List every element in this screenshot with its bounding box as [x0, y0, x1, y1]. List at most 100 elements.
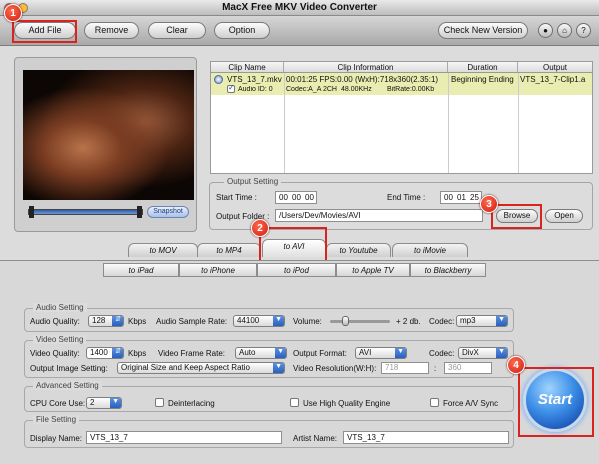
clip-info: 00:01:25 FPS:0.00 (WxH):718x360(2.35:1) — [286, 75, 439, 84]
window-title-bar: MacX Free MKV Video Converter — [0, 0, 599, 16]
audio-codec-label: Codec: — [429, 317, 455, 326]
playback-slider-handle-right[interactable] — [137, 206, 142, 218]
audio-quality-unit: Kbps — [128, 317, 147, 326]
column-duration[interactable]: Duration — [448, 62, 518, 73]
check-new-version-button[interactable]: Check New Version — [438, 22, 528, 39]
resolution-height-input[interactable]: 360 — [444, 362, 492, 374]
end-time-label: End Time : — [387, 193, 426, 202]
output-folder-input[interactable]: /Users/Dev/Movies/AVI — [275, 209, 483, 222]
display-name-input[interactable]: VTS_13_7 — [86, 431, 282, 444]
video-frame-rate-value: Auto — [239, 348, 256, 357]
volume-slider-handle[interactable] — [342, 316, 349, 326]
video-quality-input[interactable]: 1400 ⇵ — [86, 347, 124, 359]
playback-slider[interactable] — [28, 209, 143, 215]
audio-sample-rate-label: Audio Sample Rate: — [156, 317, 228, 326]
tab-to-ipad[interactable]: to iPad — [103, 263, 179, 277]
home-icon[interactable]: ⌂ — [557, 23, 572, 38]
resolution-width-input[interactable]: 718 — [381, 362, 429, 374]
audio-quality-value: 128 — [92, 316, 106, 325]
tab-to-ipod[interactable]: to iPod — [257, 263, 336, 277]
file-setting-legend: File Setting — [33, 415, 80, 424]
audio-setting-legend: Audio Setting — [33, 303, 87, 312]
artist-name-input[interactable]: VTS_13_7 — [343, 431, 509, 444]
table-row[interactable]: VTS_13_7.mkv 00:01:25 FPS:0.00 (WxH):718… — [211, 73, 592, 95]
column-clip-information[interactable]: Clip Information — [284, 62, 448, 73]
end-minutes[interactable]: 01 — [457, 192, 466, 204]
column-clip-name[interactable]: Clip Name — [211, 62, 284, 73]
option-button[interactable]: Option — [214, 22, 270, 39]
step-badge-3: 3 — [480, 195, 498, 213]
start-hours[interactable]: 00 — [279, 192, 288, 204]
tab-to-imovie[interactable]: to iMovie — [392, 243, 468, 257]
deinterlacing-label: Deinterlacing — [168, 399, 215, 408]
start-minutes[interactable]: 00 — [292, 192, 301, 204]
tab-to-blackberry[interactable]: to Blackberry — [410, 263, 486, 277]
video-codec-value: DivX — [462, 348, 479, 357]
force-av-sync-checkbox[interactable] — [430, 398, 439, 407]
audio-quality-select[interactable]: 128 ⇵ — [88, 315, 124, 327]
video-frame-rate-select[interactable]: Auto ▼ — [235, 347, 287, 359]
video-frame-rate-label: Video Frame Rate: — [158, 349, 225, 358]
start-time-field[interactable]: 00 00 00 — [275, 191, 317, 204]
tab-to-iphone[interactable]: to iPhone — [179, 263, 257, 277]
video-setting-legend: Video Setting — [33, 335, 87, 344]
start-time-label: Start Time : — [216, 193, 257, 202]
snapshot-button[interactable]: Snapshot — [147, 206, 189, 218]
tab-to-mov[interactable]: to MOV — [128, 243, 198, 257]
chevron-down-icon: ▼ — [275, 316, 282, 323]
video-preview — [23, 70, 194, 200]
end-seconds[interactable]: 25 — [470, 192, 479, 204]
video-quality-label: Video Quality: — [30, 349, 80, 358]
deinterlacing-checkbox[interactable] — [155, 398, 164, 407]
clear-button[interactable]: Clear — [148, 22, 206, 39]
audio-codec-select[interactable]: mp3 ▼ — [456, 315, 508, 327]
cpu-core-select[interactable]: 2 ▼ — [86, 397, 122, 409]
highlight-browse — [491, 204, 542, 229]
output-image-setting-select[interactable]: Original Size and Keep Aspect Ratio ▼ — [117, 362, 285, 374]
output-setting-legend: Output Setting — [224, 177, 282, 186]
chevron-down-icon: ▼ — [277, 348, 284, 355]
audio-quality-label: Audio Quality: — [30, 317, 80, 326]
cpu-core-value: 2 — [90, 398, 95, 407]
step-badge-4: 4 — [507, 356, 525, 374]
help-icon[interactable]: ? — [576, 23, 591, 38]
resolution-separator: : — [434, 364, 437, 373]
playback-slider-handle-left[interactable] — [29, 206, 34, 218]
open-button[interactable]: Open — [545, 209, 583, 223]
end-time-field[interactable]: 00 01 25 — [440, 191, 482, 204]
cpu-core-label: CPU Core Use: — [30, 399, 86, 408]
chevron-down-icon: ▼ — [275, 363, 282, 370]
force-av-sync-label: Force A/V Sync — [443, 399, 499, 408]
high-quality-engine-label: Use High Quality Engine — [303, 399, 391, 408]
remove-button[interactable]: Remove — [84, 22, 139, 39]
column-output[interactable]: Output — [518, 62, 592, 73]
start-seconds[interactable]: 00 — [305, 192, 314, 204]
audio-id: Audio ID: 0 — [238, 86, 273, 93]
audio-sample-rate-select[interactable]: 44100 ▼ — [233, 315, 285, 327]
clip-duration: Beginning Ending — [451, 75, 514, 84]
chevron-down-icon: ▼ — [397, 348, 404, 355]
volume-slider[interactable] — [330, 320, 390, 323]
chevron-down-icon: ▼ — [498, 316, 505, 323]
audio-bitrate: BitRate:0.00Kb — [387, 86, 435, 93]
chevron-down-icon: ▼ — [498, 348, 505, 355]
tab-to-apple-tv[interactable]: to Apple TV — [336, 263, 410, 277]
end-hours[interactable]: 00 — [444, 192, 453, 204]
tab-to-youtube[interactable]: to Youtube — [326, 243, 391, 257]
output-format-value: AVI — [359, 348, 372, 357]
audio-codec-value: mp3 — [460, 316, 476, 325]
video-quality-value: 1400 — [90, 348, 108, 357]
audio-rate: 48.00KHz — [341, 86, 372, 93]
high-quality-engine-checkbox[interactable] — [290, 398, 299, 407]
tab-to-mp4[interactable]: to MP4 — [197, 243, 261, 257]
audio-track-checkbox[interactable]: ✓ — [227, 83, 235, 93]
video-quality-unit: Kbps — [128, 349, 147, 358]
video-codec-select[interactable]: DivX ▼ — [458, 347, 508, 359]
lock-icon[interactable]: ● — [538, 23, 553, 38]
column-divider — [284, 73, 285, 173]
highlight-to-avi — [259, 227, 327, 262]
output-format-select[interactable]: AVI ▼ — [355, 347, 407, 359]
artist-name-label: Artist Name: — [293, 434, 338, 443]
output-format-label: Output Format: — [293, 349, 347, 358]
volume-label: Volume: — [293, 317, 322, 326]
